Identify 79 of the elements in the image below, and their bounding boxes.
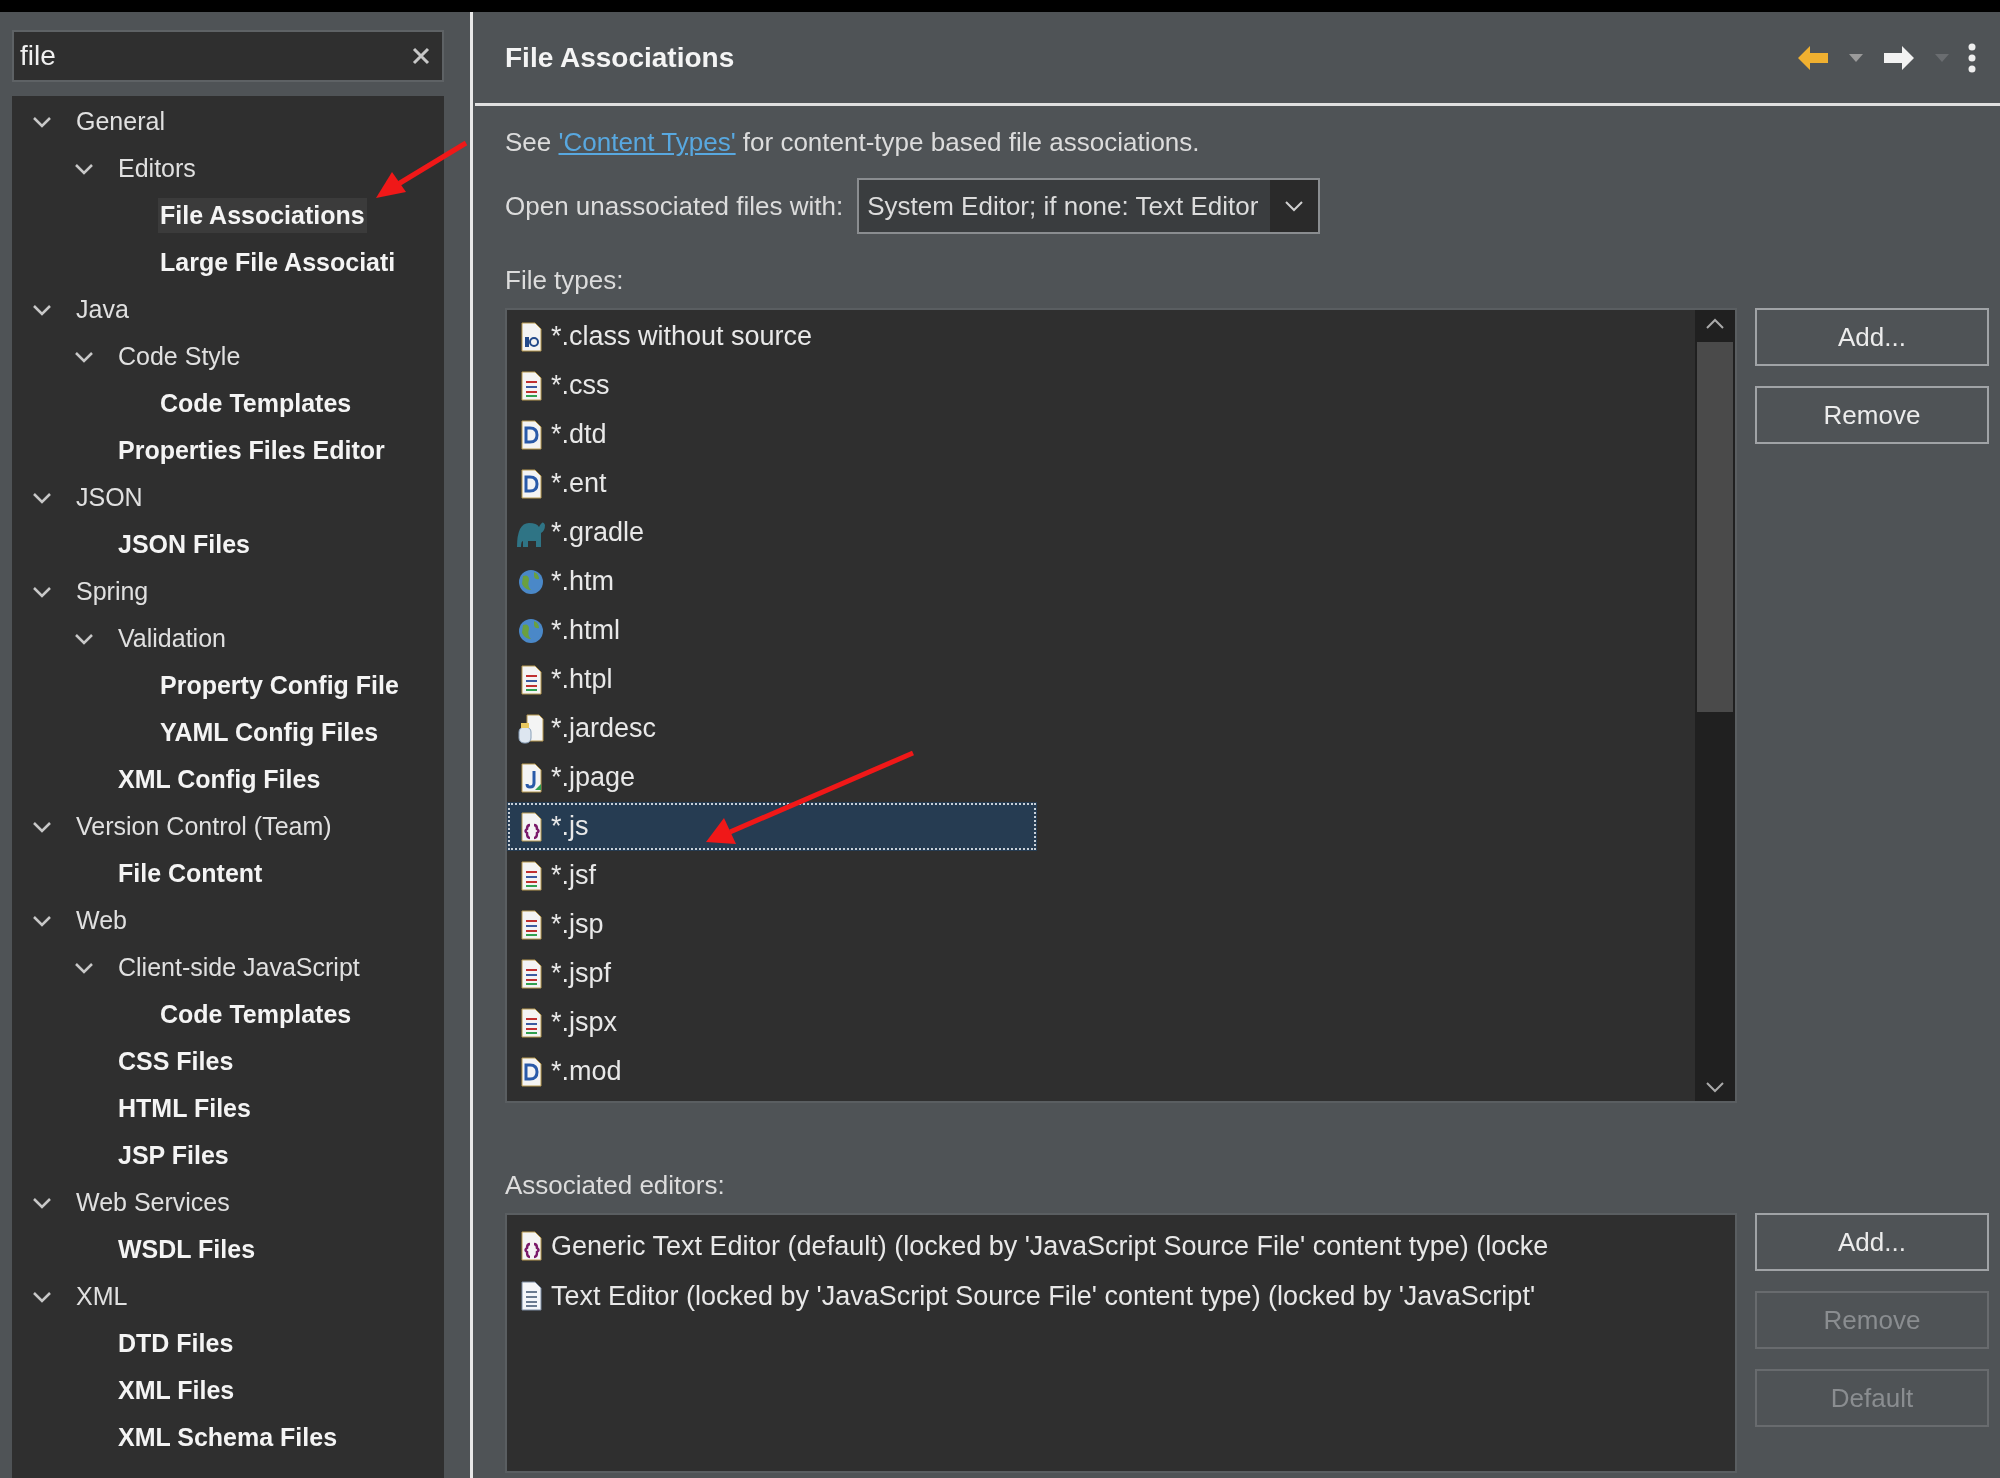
file-type-item[interactable]: *.dtd	[507, 410, 1557, 459]
tree-item[interactable]: XML Config Files	[116, 762, 323, 797]
tree-item[interactable]: Version Control (Team)	[74, 809, 334, 844]
tree-item[interactable]: Editors	[116, 151, 198, 186]
file-type-item[interactable]: *.jpage	[507, 753, 1557, 802]
tree-item[interactable]: File Associations	[158, 198, 367, 233]
tree-item[interactable]: Java	[74, 292, 131, 327]
menu-icon[interactable]	[1968, 42, 1976, 73]
section-label: File types:	[505, 263, 625, 297]
tree-item[interactable]: JSON	[74, 480, 145, 515]
tree-item[interactable]: XML	[74, 1279, 130, 1314]
section-label: Associated editors:	[505, 1168, 726, 1202]
file-type-item[interactable]: *.js	[507, 802, 1037, 851]
file-type-item[interactable]: *.jspf	[507, 949, 1557, 998]
chevron-down-icon[interactable]	[32, 491, 52, 504]
forward-arrow-icon[interactable]	[1882, 43, 1916, 72]
file-type-item[interactable]: *.mod	[507, 1047, 1557, 1096]
clear-icon[interactable]	[412, 47, 430, 65]
tree-item[interactable]: XML Schema Files	[116, 1420, 340, 1455]
scroll-down-icon[interactable]	[1705, 1081, 1725, 1093]
file-type-item[interactable]: *.html	[507, 606, 1557, 655]
tree-item[interactable]: HTML Files	[116, 1091, 253, 1126]
chevron-down-icon[interactable]	[32, 585, 52, 598]
chevron-down-icon[interactable]	[32, 820, 52, 833]
dialog-button[interactable]: Add...	[1755, 308, 1989, 366]
tree-item[interactable]: File Content	[116, 856, 265, 891]
file-type-item[interactable]: *.gradle	[507, 508, 1557, 557]
chevron-down-icon[interactable]	[74, 961, 94, 974]
jar-file-icon	[517, 712, 545, 745]
tree-item[interactable]: Client-side JavaScript	[116, 950, 362, 985]
scrollbar-thumb[interactable]	[1697, 342, 1733, 712]
tree-item[interactable]: WSDL Files	[116, 1232, 258, 1267]
tree-item[interactable]: Properties Files Editor	[116, 433, 387, 468]
editor-dropdown[interactable]: System Editor; if none: Text Editor	[857, 178, 1321, 234]
chevron-down-icon[interactable]	[32, 1290, 52, 1303]
tree-item[interactable]: CSS Files	[116, 1044, 236, 1079]
file-type-item[interactable]: *.htpl	[507, 655, 1557, 704]
editor-item[interactable]: Text Editor (locked by 'JavaScript Source File' content type) (locked by 'JavaScript'	[507, 1271, 1735, 1321]
dialog-button[interactable]: Add...	[1755, 1213, 1989, 1271]
file-type-item[interactable]: *.class without source	[507, 312, 1557, 361]
file-type-item[interactable]: *.ent	[507, 459, 1557, 508]
chevron-down-icon[interactable]	[32, 303, 52, 316]
chevron-down-icon[interactable]	[32, 115, 52, 128]
chevron-down-icon[interactable]	[32, 914, 52, 927]
tree-item[interactable]: YAML Config Files	[158, 715, 381, 750]
chevron-down-icon[interactable]	[74, 350, 94, 363]
caret-icon	[1934, 52, 1950, 63]
file-type-item[interactable]: *.css	[507, 361, 1557, 410]
tree-item[interactable]: XML Files	[116, 1373, 237, 1408]
tree-item[interactable]: Code Templates	[158, 386, 354, 421]
editor-item[interactable]: Generic Text Editor (default) (locked by 'JavaScript Source File' content type) (locke	[507, 1221, 1735, 1271]
page-title: File Associations	[505, 41, 735, 74]
tree-item[interactable]: JSP Files	[116, 1138, 231, 1173]
file-type-item[interactable]: *.jspx	[507, 998, 1557, 1047]
tree-item[interactable]: Web	[74, 903, 129, 938]
tree-item[interactable]: Large File Associati	[158, 245, 398, 280]
tree-item[interactable]: DTD Files	[116, 1326, 236, 1361]
tree-item[interactable]: General	[74, 104, 167, 139]
chevron-down-icon	[1284, 200, 1305, 212]
tree-item[interactable]: Code Style	[116, 339, 243, 374]
file-type-item[interactable]: *.jardesc	[507, 704, 1557, 753]
tree-item[interactable]: Property Config File	[158, 668, 401, 703]
info-text: See 'Content Types' for content-type based file associations.	[505, 125, 1201, 160]
caret-icon[interactable]	[1848, 52, 1864, 63]
tree-item[interactable]: Spring	[74, 574, 151, 609]
tree-item[interactable]: Web Services	[74, 1185, 232, 1220]
dialog-button[interactable]: Remove	[1755, 386, 1989, 444]
chevron-down-icon[interactable]	[32, 1196, 52, 1209]
tree-item[interactable]: Validation	[116, 621, 228, 656]
tree-item[interactable]: Code Templates	[158, 997, 354, 1032]
tree-item[interactable]: JSON Files	[116, 527, 252, 562]
file-type-item[interactable]: *.jsp	[507, 900, 1557, 949]
file-type-item[interactable]: *.jsf	[507, 851, 1557, 900]
scroll-up-icon[interactable]	[1705, 318, 1725, 330]
file-type-item[interactable]: *.htm	[507, 557, 1557, 606]
field-label: Open unassociated files with:	[505, 190, 844, 222]
search-field[interactable]: file	[12, 30, 444, 82]
chevron-down-icon[interactable]	[74, 632, 94, 645]
chevron-down-icon[interactable]	[74, 162, 94, 175]
